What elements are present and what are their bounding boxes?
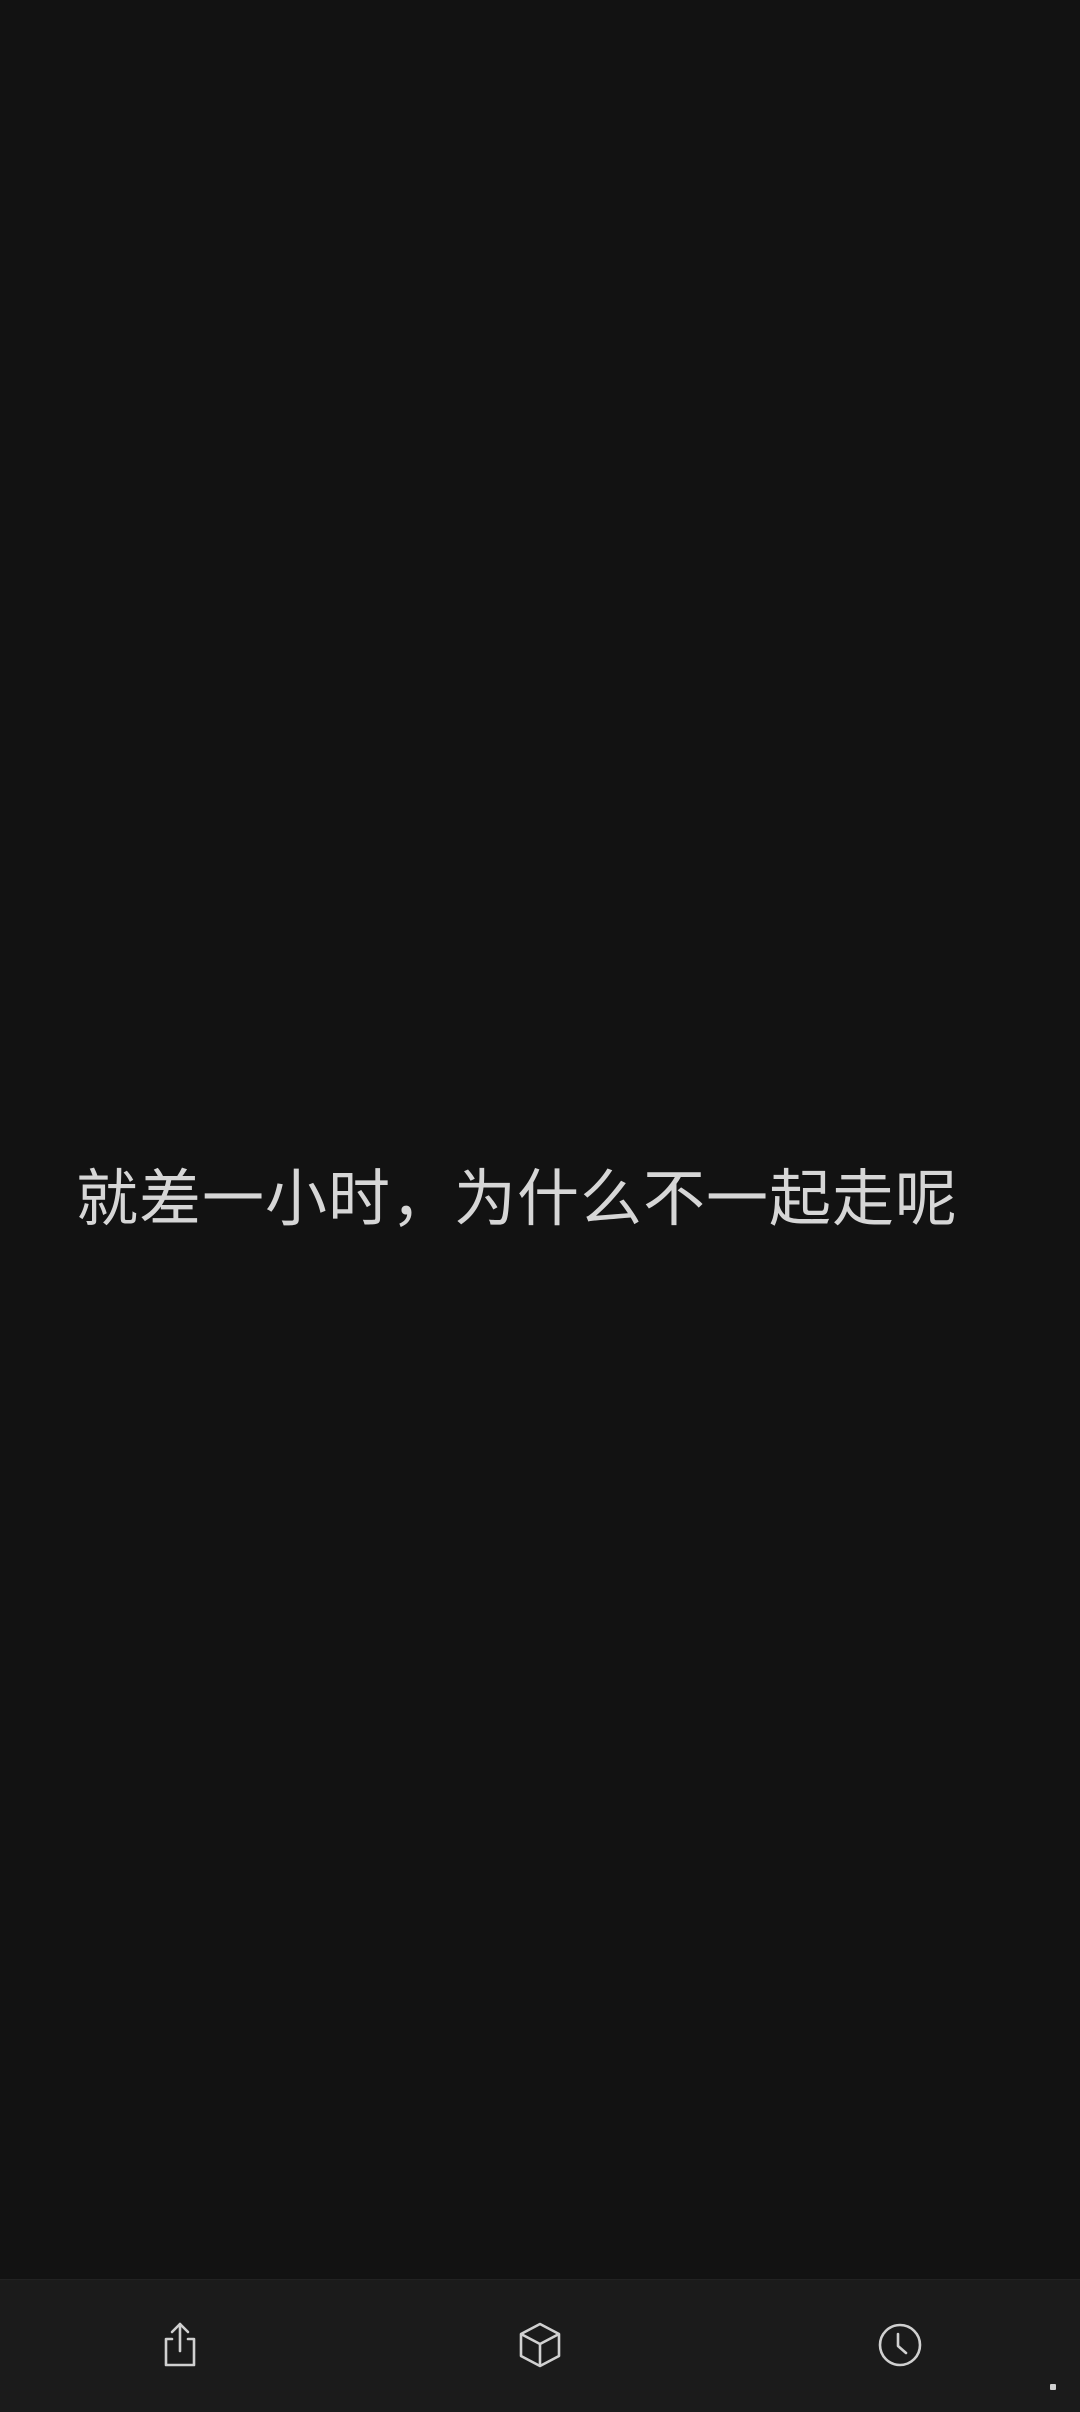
corner-dot (1050, 2384, 1056, 2390)
share-button[interactable] (142, 2308, 218, 2384)
history-button[interactable] (862, 2308, 938, 2384)
cube-icon (514, 2319, 566, 2374)
screen: 就差一小时，为什么不一起走呢 (0, 0, 1080, 2412)
bottom-toolbar (0, 2279, 1080, 2412)
quote-text: 就差一小时，为什么不一起走呢 (76, 1162, 959, 1235)
clock-icon (874, 2319, 926, 2374)
share-icon (154, 2319, 206, 2374)
cube-button[interactable] (502, 2308, 578, 2384)
